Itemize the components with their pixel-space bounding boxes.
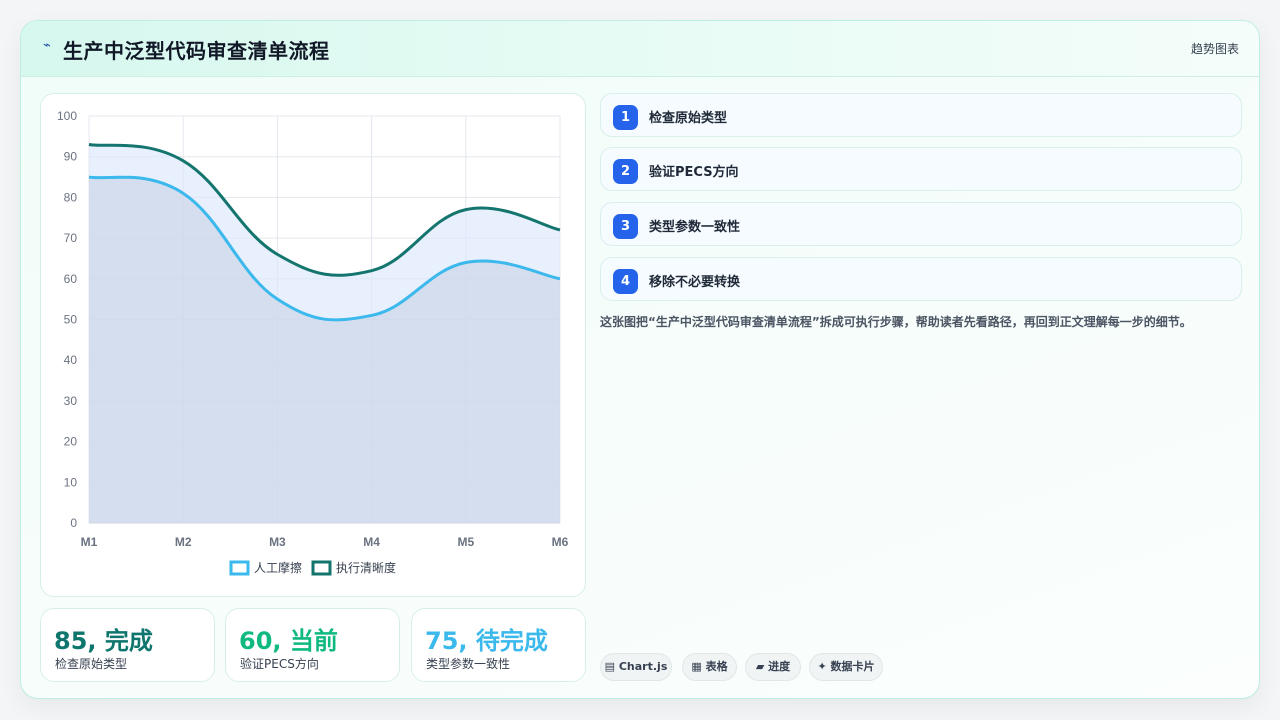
x-tick-label: M3 bbox=[269, 535, 286, 549]
step-number: 3 bbox=[613, 214, 638, 239]
step-label: 移除不必要转换 bbox=[649, 275, 741, 290]
step-label: 类型参数一致性 bbox=[649, 220, 741, 235]
x-tick-label: M6 bbox=[552, 535, 569, 549]
table-icon: ▦ bbox=[691, 660, 702, 673]
y-tick-label: 50 bbox=[64, 313, 78, 327]
x-tick-label: M2 bbox=[175, 535, 192, 549]
step-item[interactable]: 2 验证PECS方向 bbox=[600, 147, 1242, 191]
y-tick-label: 90 bbox=[64, 150, 78, 164]
x-tick-label: M4 bbox=[363, 535, 380, 549]
legend-label: 执行清晰度 bbox=[336, 560, 396, 575]
y-tick-label: 40 bbox=[64, 353, 78, 367]
x-tick-label: M1 bbox=[81, 535, 98, 549]
page-title: 生产中泛型代码审查清单流程 bbox=[63, 39, 330, 63]
step-label: 检查原始类型 bbox=[649, 111, 728, 126]
step-number: 4 bbox=[613, 269, 638, 294]
stat-label: 类型参数一致性 bbox=[426, 657, 511, 671]
pill-progress[interactable]: ▰ 进度 bbox=[745, 653, 801, 681]
pill-table[interactable]: ▦ 表格 bbox=[682, 653, 737, 681]
y-tick-label: 0 bbox=[70, 516, 77, 530]
pill-label: 表格 bbox=[705, 660, 728, 673]
y-tick-label: 100 bbox=[57, 109, 77, 123]
y-tick-label: 60 bbox=[64, 272, 78, 286]
legend-label: 人工摩擦 bbox=[254, 560, 302, 575]
pill-label: 数据卡片 bbox=[830, 660, 875, 673]
stat-value: 60, 当前 bbox=[239, 627, 338, 655]
chart-panel: 0 10 20 30 40 50 60 70 80 90 100 M1 M2 M3 M4 M5 M6 人工摩擦 执行… bbox=[40, 93, 586, 597]
y-tick-label: 80 bbox=[64, 190, 78, 204]
sparkle-icon: ✦ bbox=[817, 660, 827, 673]
step-label: 验证PECS方向 bbox=[649, 165, 739, 180]
pill-chartjs[interactable]: ▤ Chart.js bbox=[600, 653, 672, 681]
pill-label: Chart.js bbox=[618, 660, 668, 673]
step-item[interactable]: 4 移除不必要转换 bbox=[600, 257, 1242, 301]
step-item[interactable]: 3 类型参数一致性 bbox=[600, 202, 1242, 246]
chart-icon: ▤ bbox=[604, 660, 616, 673]
legend-swatch bbox=[229, 560, 250, 576]
description-text: 这张图把“生产中泛型代码审查清单流程”拆成可执行步骤，帮助读者先看路径，再回到正… bbox=[600, 315, 1192, 329]
y-tick-label: 70 bbox=[64, 231, 78, 245]
pill-label: 进度 bbox=[768, 660, 791, 673]
stat-card-1: 85, 完成 检查原始类型 bbox=[40, 608, 215, 682]
stat-label: 验证PECS方向 bbox=[240, 657, 319, 671]
main-card: ⌁ 生产中泛型代码审查清单流程 趋势图表 0 10 20 30 40 50 60 70 80 90… bbox=[20, 20, 1260, 699]
step-item[interactable]: 1 检查原始类型 bbox=[600, 93, 1242, 137]
y-tick-label: 20 bbox=[64, 435, 78, 449]
stat-card-3: 75, 待完成 类型参数一致性 bbox=[411, 608, 586, 682]
pill-data-card[interactable]: ✦ 数据卡片 bbox=[809, 653, 883, 681]
stat-value: 75, 待完成 bbox=[425, 627, 548, 655]
stat-label: 检查原始类型 bbox=[55, 657, 128, 671]
step-number: 1 bbox=[613, 105, 638, 130]
y-tick-label: 30 bbox=[64, 394, 78, 408]
x-tick-label: M5 bbox=[457, 535, 474, 549]
stat-card-2: 60, 当前 验证PECS方向 bbox=[225, 608, 400, 682]
logo-icon: ⌁ bbox=[43, 38, 51, 53]
stat-value: 85, 完成 bbox=[54, 627, 153, 655]
legend-swatch bbox=[311, 560, 332, 576]
progress-icon: ▰ bbox=[755, 660, 765, 673]
header: ⌁ 生产中泛型代码审查清单流程 趋势图表 bbox=[21, 21, 1259, 77]
step-number: 2 bbox=[613, 159, 638, 184]
line-chart: 0 10 20 30 40 50 60 70 80 90 100 M1 M2 M3 M4 M5 M6 人工摩擦 执行… bbox=[57, 109, 569, 576]
y-tick-label: 10 bbox=[64, 475, 78, 489]
chart-type-tag: 趋势图表 bbox=[1190, 42, 1239, 56]
